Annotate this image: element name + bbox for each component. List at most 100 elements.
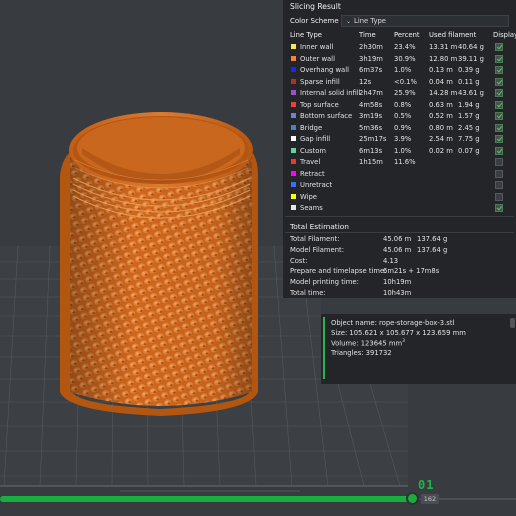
panel-title: Slicing Result bbox=[290, 2, 341, 11]
line-type-row: Retract bbox=[283, 169, 516, 180]
line-type-time: 3h19m bbox=[359, 54, 383, 63]
color-swatch bbox=[291, 205, 296, 210]
line-type-weight: 7.75 g bbox=[458, 135, 480, 143]
line-type-time: 12s bbox=[359, 77, 372, 86]
line-type-row: Internal solid infill 2h47m 25.9% 14.28 m 43… bbox=[283, 88, 516, 99]
object-info-accent-bar bbox=[323, 317, 325, 379]
line-type-row: Outer wall 3h19m 30.9% 12.80 m 39.11 g bbox=[283, 54, 516, 65]
estimation-row: Cost: 4.13 bbox=[283, 256, 516, 267]
color-swatch bbox=[291, 170, 296, 176]
display-checkbox[interactable] bbox=[495, 77, 503, 86]
line-type-row: Wipe bbox=[283, 192, 516, 203]
line-type-row: Seams bbox=[283, 203, 516, 214]
line-type-weight: 0.39 g bbox=[458, 66, 480, 74]
display-checkbox[interactable] bbox=[495, 192, 503, 201]
color-swatch bbox=[291, 182, 296, 187]
estimation-label: Model printing time: bbox=[290, 278, 359, 287]
display-checkbox[interactable] bbox=[495, 204, 503, 212]
slicing-result-panel: Slicing Result Color Scheme ⌄ Line Type L… bbox=[283, 0, 516, 298]
line-type-name: Sparse infill bbox=[300, 77, 340, 86]
display-checkbox[interactable] bbox=[495, 181, 503, 189]
line-type-name: Top surface bbox=[300, 100, 339, 109]
object-name: Object name: rope-storage-box-3.stl bbox=[331, 319, 455, 327]
chevron-down-icon: ⌄ bbox=[346, 18, 352, 25]
display-checkbox[interactable] bbox=[495, 100, 503, 109]
line-type-percent: 0.5% bbox=[394, 112, 412, 120]
line-type-length: 0.80 m bbox=[429, 123, 453, 132]
line-type-weight: 0.07 g bbox=[458, 146, 480, 155]
line-type-time: 25m17s bbox=[359, 135, 387, 143]
object-triangles: Triangles: 391732 bbox=[331, 349, 392, 357]
estimation-label: Prepare and timelapse time: bbox=[290, 267, 387, 276]
layer-slider-track[interactable] bbox=[0, 496, 413, 502]
line-type-name: Wipe bbox=[300, 192, 317, 201]
color-swatch bbox=[291, 136, 296, 141]
object-volume-text: Volume: 123645 mm bbox=[331, 339, 403, 348]
display-checkbox[interactable] bbox=[495, 43, 503, 51]
line-type-name: Inner wall bbox=[300, 43, 334, 51]
line-type-percent: 0.8% bbox=[394, 100, 412, 109]
divider bbox=[285, 232, 514, 233]
line-type-name: Unretract bbox=[300, 181, 333, 189]
color-swatch bbox=[291, 55, 296, 61]
color-swatch bbox=[291, 44, 296, 49]
line-type-percent: 1.0% bbox=[394, 66, 412, 74]
estimation-value: 10h19m bbox=[383, 278, 412, 287]
color-scheme-dropdown[interactable]: ⌄ Line Type bbox=[341, 15, 509, 27]
layer-value-box[interactable]: 162 bbox=[421, 494, 439, 504]
display-checkbox[interactable] bbox=[495, 135, 503, 143]
line-type-row: Bottom surface 3m19s 0.5% 0.52 m 1.57 g bbox=[283, 111, 516, 122]
line-type-row: Inner wall 2h30m 23.4% 13.31 m 40.64 g bbox=[283, 42, 516, 53]
printed-model[interactable] bbox=[60, 112, 258, 416]
line-type-length: 12.80 m bbox=[429, 54, 458, 63]
object-size: Size: 105.621 x 105.677 x 123.659 mm bbox=[331, 329, 466, 337]
line-type-row: Unretract bbox=[283, 180, 516, 191]
estimation-value: 6m21s + 17m8s bbox=[383, 267, 440, 276]
estimation-value: 4.13 bbox=[383, 256, 399, 265]
color-swatch bbox=[291, 78, 296, 84]
display-checkbox[interactable] bbox=[495, 146, 503, 155]
color-swatch bbox=[291, 101, 296, 107]
line-type-name: Bottom surface bbox=[300, 112, 353, 120]
estimation-label: Total time: bbox=[290, 289, 326, 297]
line-type-name: Outer wall bbox=[300, 54, 335, 63]
line-type-name: Gap infill bbox=[300, 135, 331, 143]
line-type-name: Travel bbox=[300, 158, 321, 166]
header-percent: Percent bbox=[394, 31, 420, 39]
line-type-percent: 23.4% bbox=[394, 43, 416, 51]
line-type-row: Gap infill 25m17s 3.9% 2.54 m 7.75 g bbox=[283, 134, 516, 145]
color-swatch bbox=[291, 147, 296, 153]
object-volume: Volume: 123645 mm3 bbox=[331, 339, 405, 347]
display-checkbox[interactable] bbox=[495, 123, 503, 132]
line-type-percent: 30.9% bbox=[394, 54, 416, 63]
line-type-row: Overhang wall 6m37s 1.0% 0.13 m 0.39 g bbox=[283, 65, 516, 76]
line-type-length: 0.63 m bbox=[429, 100, 453, 109]
line-type-weight: 1.57 g bbox=[458, 112, 480, 120]
line-type-name: Retract bbox=[300, 169, 325, 178]
layer-number-label: 01 bbox=[418, 478, 435, 492]
color-scheme-value: Line Type bbox=[354, 17, 386, 25]
line-type-length: 0.13 m bbox=[429, 66, 453, 74]
display-checkbox[interactable] bbox=[495, 66, 503, 74]
estimation-value: 45.06 m bbox=[383, 235, 412, 243]
header-time: Time bbox=[359, 31, 376, 39]
line-type-row: Sparse infill 12s <0.1% 0.04 m 0.11 g bbox=[283, 77, 516, 88]
display-checkbox[interactable] bbox=[495, 112, 503, 120]
line-type-time: 4m58s bbox=[359, 100, 383, 109]
estimation-weight: 137.64 g bbox=[417, 245, 448, 254]
display-checkbox[interactable] bbox=[495, 54, 503, 63]
line-type-name: Overhang wall bbox=[300, 66, 349, 74]
line-type-length: 0.04 m bbox=[429, 77, 453, 86]
estimation-label: Total Filament: bbox=[290, 235, 340, 243]
line-type-name: Seams bbox=[300, 204, 323, 212]
display-checkbox[interactable] bbox=[495, 169, 503, 178]
estimation-value: 45.06 m bbox=[383, 245, 412, 254]
estimation-row: Model printing time: 10h19m bbox=[283, 277, 516, 288]
volume-unit-exponent: 3 bbox=[402, 339, 405, 344]
line-type-percent: 25.9% bbox=[394, 89, 416, 97]
display-checkbox[interactable] bbox=[495, 89, 503, 97]
panel-scroll-handle[interactable] bbox=[510, 318, 515, 328]
color-swatch bbox=[291, 124, 296, 130]
layer-slider-handle[interactable] bbox=[406, 492, 419, 505]
display-checkbox[interactable] bbox=[495, 158, 503, 166]
